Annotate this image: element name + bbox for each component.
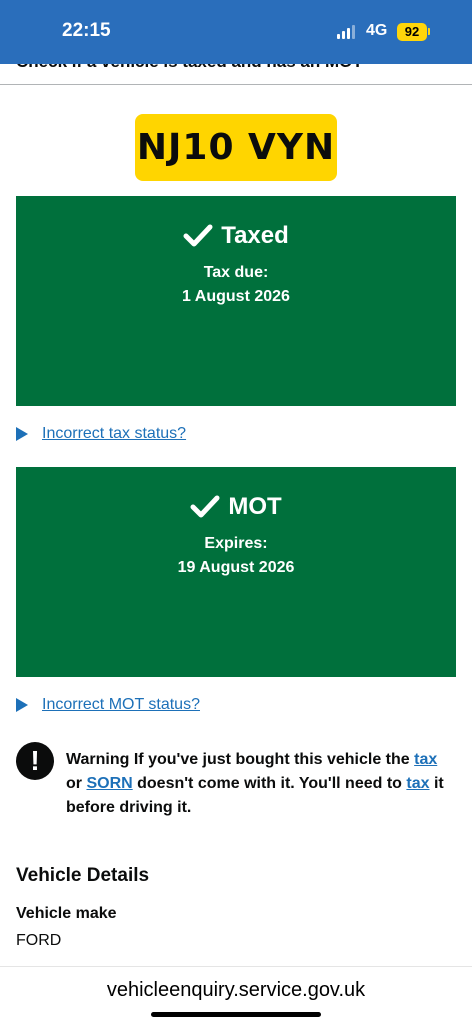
tax-status-panel: Taxed Tax due: 1 August 2026 (16, 196, 456, 406)
tax-due-label: Tax due: (203, 264, 269, 281)
incorrect-tax-details[interactable]: Incorrect tax status? (16, 425, 186, 443)
warning-icon: ! (16, 742, 54, 780)
tax-status-label: Taxed (221, 222, 289, 249)
warning-text-part: or (66, 775, 87, 792)
mot-status-title: MOT (16, 493, 456, 521)
page-header: Check if a vehicle is taxed and has an M… (0, 64, 472, 85)
signal-icon (337, 25, 359, 39)
tax-status-title: Taxed (16, 222, 456, 250)
vehicle-make-value: FORD (16, 932, 62, 949)
status-bar: 22:15 4G 92 (0, 0, 472, 64)
incorrect-mot-link[interactable]: Incorrect MOT status? (42, 696, 200, 714)
mot-expiry-date: 19 August 2026 (177, 559, 295, 576)
tax-due-date: 1 August 2026 (182, 288, 290, 305)
sorn-link[interactable]: SORN (86, 775, 132, 792)
warning-text-part: doesn't come with it. You'll need to (132, 775, 407, 792)
page-title: Check if a vehicle is taxed and has an M… (16, 64, 363, 72)
incorrect-mot-details[interactable]: Incorrect MOT status? (16, 696, 200, 714)
vehicle-details-heading: Vehicle Details (16, 865, 150, 886)
check-icon (190, 495, 220, 518)
disclosure-triangle-icon (16, 427, 28, 441)
disclosure-triangle-icon (16, 698, 28, 712)
battery-tip (428, 28, 430, 35)
home-indicator[interactable] (151, 1012, 321, 1017)
url-text[interactable]: vehicleenquiry.service.gov.uk (0, 979, 472, 1002)
mot-status-label: MOT (228, 493, 282, 520)
network-type: 4G (366, 22, 388, 39)
tax-link[interactable]: tax (414, 751, 437, 768)
incorrect-tax-link[interactable]: Incorrect tax status? (42, 425, 186, 443)
vehicle-make-label: Vehicle make (16, 905, 117, 922)
mot-expires-label: Expires: (204, 535, 268, 552)
check-icon (183, 224, 213, 247)
battery-icon: 92 (397, 23, 427, 41)
warning-text-part: Warning If you've just bought this vehic… (66, 751, 415, 768)
mot-status-panel: MOT Expires: 19 August 2026 (16, 467, 456, 677)
clock: 22:15 (62, 20, 111, 41)
tax-link-2[interactable]: tax (406, 775, 429, 792)
registration-plate: NJ10 VYN (135, 114, 337, 181)
warning-text: Warning If you've just bought this vehic… (66, 748, 456, 820)
